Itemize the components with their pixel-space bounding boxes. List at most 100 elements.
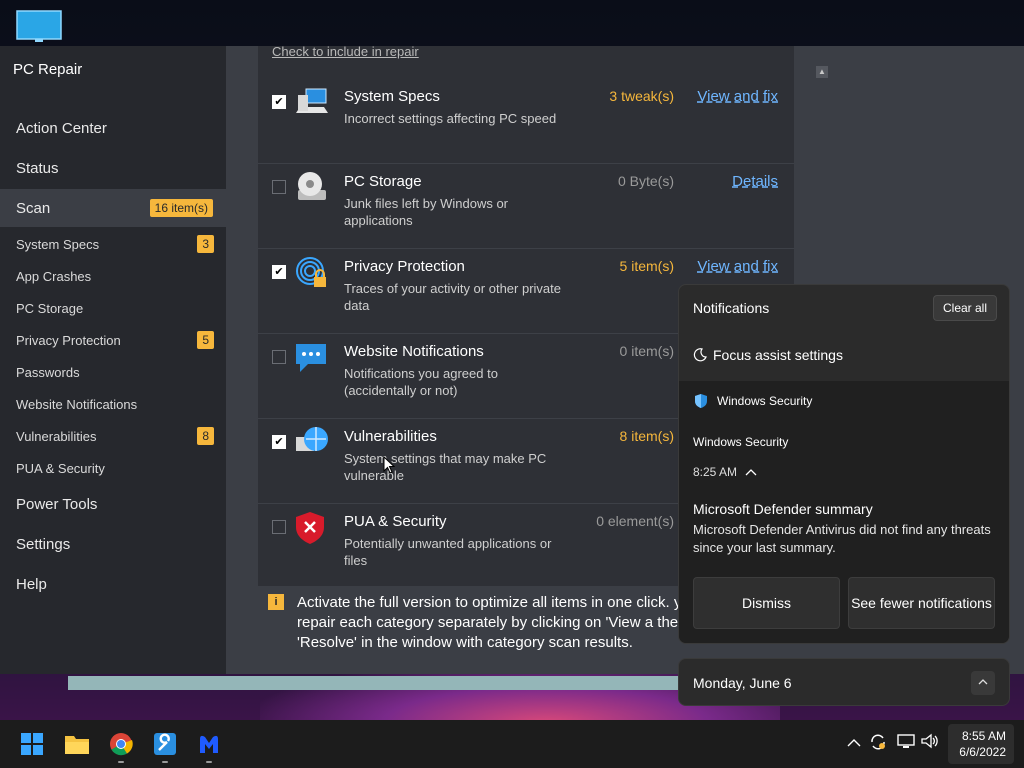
running-indicator (162, 761, 168, 763)
info-icon: i (268, 594, 284, 610)
sidebar-item-pua-security[interactable]: PUA & Security (0, 453, 226, 483)
fingerprint-lock-icon (296, 257, 326, 287)
row-count: 0 item(s) (619, 343, 674, 359)
nav-label: Scan (16, 199, 51, 217)
folder-icon (65, 736, 89, 754)
row-count: 5 item(s) (619, 258, 674, 274)
nav-label: Status (16, 159, 59, 177)
running-indicator (118, 761, 124, 763)
calendar-expand-button[interactable] (971, 671, 995, 695)
desktop-monitor-icon[interactable] (16, 10, 62, 44)
row-description: Junk files left by Windows or applicatio… (344, 196, 509, 228)
dismiss-button[interactable]: Dismiss (693, 577, 840, 629)
card-body: Microsoft Defender Antivirus did not fin… (693, 522, 991, 555)
sidebar-item-vulnerabilities[interactable]: Vulnerabilities 8 (0, 421, 226, 451)
include-checkbox[interactable] (272, 520, 286, 534)
chrome-icon (110, 733, 133, 756)
chevron-up-icon (978, 679, 988, 685)
show-hidden-icons-chevron-icon[interactable] (844, 733, 864, 753)
nav-power-tools[interactable]: Power Tools (0, 485, 226, 523)
row-description: System settings that may make PC vulnera… (344, 451, 547, 483)
notification-header: Notifications Clear all Focus assist set… (679, 285, 1009, 381)
row-title: Website Notifications (344, 343, 484, 360)
include-checkbox[interactable]: ✔ (272, 265, 286, 279)
nav-label: Settings (16, 535, 71, 553)
card-time: 8:25 AM (693, 465, 757, 479)
app-title: PC Repair (13, 61, 83, 78)
file-explorer-taskbar-button[interactable] (61, 728, 93, 760)
windows-security-shield-icon (695, 394, 707, 408)
result-row-system-specs: ✔ System Specs Incorrect settings affect… (258, 79, 794, 164)
list-header: Check to include in repair (272, 46, 419, 59)
laptop-icon (296, 88, 328, 113)
sidebar-item-label: App Crashes (16, 268, 92, 284)
shield-x-icon (296, 512, 324, 544)
view-and-fix-link[interactable]: View and fix (697, 88, 778, 105)
count-badge: 8 (197, 427, 214, 445)
nav-status[interactable]: Status (0, 149, 226, 187)
card-app-header: Windows Security (693, 393, 812, 409)
sidebar-item-system-specs[interactable]: System Specs 3 (0, 229, 226, 259)
sidebar-item-app-crashes[interactable]: App Crashes (0, 261, 226, 291)
card-headline: Microsoft Defender summary (693, 501, 873, 517)
sidebar-item-website-notifications[interactable]: Website Notifications (0, 389, 226, 419)
network-icon[interactable] (896, 733, 916, 753)
sidebar-item-label: Privacy Protection (16, 332, 121, 348)
row-description: Incorrect settings affecting PC speed (344, 111, 557, 126)
row-count: 0 Byte(s) (617, 173, 674, 189)
nav-label: Help (16, 575, 47, 593)
volume-icon[interactable] (920, 733, 940, 753)
globe-computer-icon (296, 427, 328, 451)
notification-center: Notifications Clear all Focus assist set… (678, 284, 1010, 644)
include-checkbox[interactable]: ✔ (272, 435, 286, 449)
nav-action-center[interactable]: Action Center (0, 109, 226, 147)
focus-assist-link[interactable]: Focus assist settings (693, 347, 843, 363)
start-button[interactable] (16, 728, 48, 760)
include-checkbox[interactable] (272, 180, 286, 194)
row-description: Potentially unwanted applications or fil… (344, 536, 552, 568)
card-time-label: 8:25 AM (693, 465, 738, 479)
moon-icon (693, 348, 707, 362)
sidebar-item-label: PUA & Security (16, 460, 105, 476)
include-checkbox[interactable] (272, 350, 286, 364)
see-fewer-notifications-button[interactable]: See fewer notifications (848, 577, 995, 629)
nav-help[interactable]: Help (0, 565, 226, 603)
taskbar-clock[interactable]: 8:55 AM 6/6/2022 (948, 724, 1014, 764)
row-description: Traces of your activity or other private… (344, 281, 561, 313)
sidebar-item-label: Vulnerabilities (16, 428, 97, 444)
malwarebytes-taskbar-button[interactable] (193, 728, 225, 763)
row-count: 0 element(s) (596, 513, 674, 529)
focus-assist-label: Focus assist settings (713, 347, 843, 363)
clock-time: 8:55 AM (961, 729, 1006, 743)
taskbar: 8:55 AM 6/6/2022 (0, 720, 1024, 768)
include-checkbox[interactable]: ✔ (272, 95, 286, 109)
sidebar-item-label: System Specs (16, 236, 100, 252)
row-title: Vulnerabilities (344, 428, 437, 445)
chevron-up-icon[interactable] (745, 468, 757, 476)
nav-scan[interactable]: Scan 16 item(s) (0, 189, 226, 227)
notification-card[interactable]: Windows Security Windows Security 8:25 A… (679, 381, 1009, 643)
clock-date: 6/6/2022 (959, 745, 1006, 759)
calendar-flyout: Monday, June 6 (678, 658, 1010, 706)
pc-repair-taskbar-button[interactable] (149, 728, 181, 763)
clear-all-button[interactable]: Clear all (933, 295, 997, 321)
malwarebytes-icon (200, 735, 218, 753)
view-and-fix-link[interactable]: View and fix (697, 258, 778, 275)
hard-disk-icon (298, 172, 326, 200)
nav-label: Action Center (16, 119, 107, 137)
chrome-taskbar-button[interactable] (105, 728, 137, 763)
nav-settings[interactable]: Settings (0, 525, 226, 563)
row-title: PC Storage (344, 173, 422, 190)
row-count: 3 tweak(s) (609, 88, 674, 104)
sync-update-icon[interactable] (868, 733, 888, 753)
wrench-icon (154, 733, 176, 755)
nav-label: Power Tools (16, 495, 98, 513)
details-link[interactable]: Details (732, 173, 778, 190)
sidebar-item-passwords[interactable]: Passwords (0, 357, 226, 387)
mouse-cursor-icon (383, 456, 395, 474)
scroll-up-button[interactable]: ▲ (816, 66, 828, 78)
sidebar-item-label: Website Notifications (16, 396, 138, 412)
sidebar-item-privacy-protection[interactable]: Privacy Protection 5 (0, 325, 226, 355)
sidebar-item-pc-storage[interactable]: PC Storage (0, 293, 226, 323)
result-row-pc-storage: PC Storage Junk files left by Windows or… (258, 164, 794, 249)
